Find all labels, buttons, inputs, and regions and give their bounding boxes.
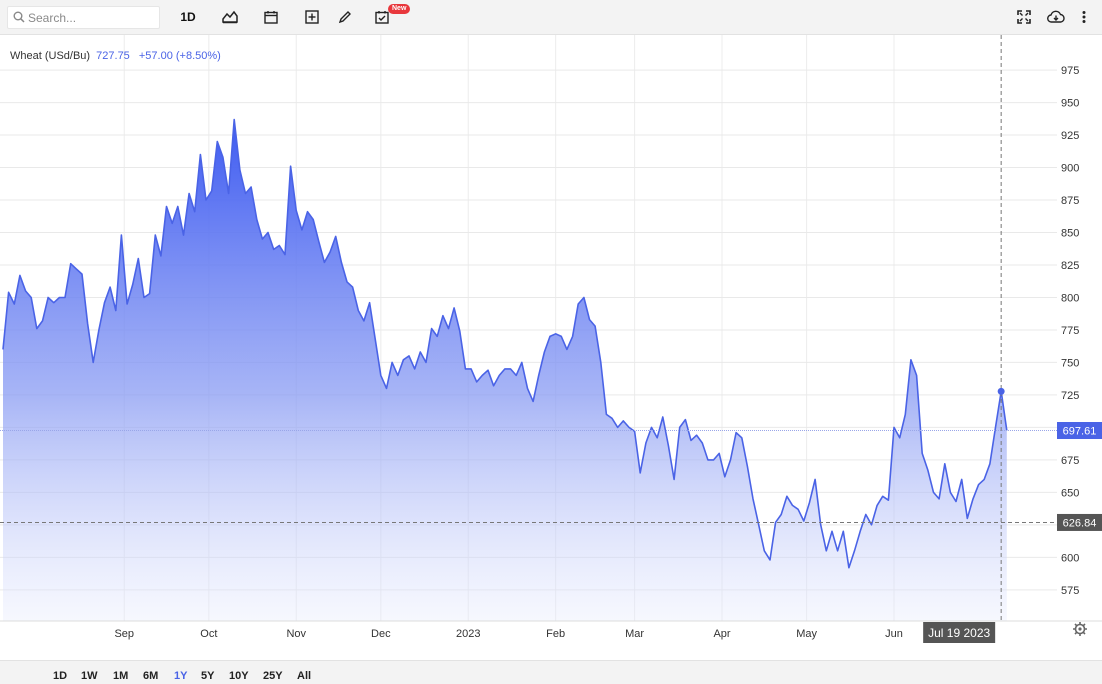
draw-icon xyxy=(338,11,351,24)
crosshair-date-box: Jul 19 2023 xyxy=(923,622,996,643)
x-tick-label: Nov xyxy=(286,628,306,640)
range-button-1y[interactable]: 1Y xyxy=(174,670,187,682)
x-axis: Sep Oct Nov Dec 2023 Feb Mar Apr May Jun xyxy=(114,628,902,640)
search-icon xyxy=(13,11,25,23)
range-button-5y[interactable]: 5Y xyxy=(201,670,214,682)
x-tick-label: Dec xyxy=(371,628,391,640)
y-tick-label: 775 xyxy=(1061,325,1079,337)
chart-type-button[interactable] xyxy=(220,8,240,26)
last-price-box: 697.61 xyxy=(1057,422,1102,440)
calendar-icon xyxy=(264,11,278,24)
crosshair-date-label: Jul 19 2023 xyxy=(928,626,990,640)
legend-series-name: Wheat (USd/Bu) xyxy=(10,50,91,62)
range-button-1d[interactable]: 1D xyxy=(53,670,67,682)
y-tick-label: 600 xyxy=(1061,552,1079,564)
y-tick-label: 800 xyxy=(1061,292,1079,304)
settings-button[interactable] xyxy=(1073,622,1087,636)
legend-change: +57.00 (+8.50%) xyxy=(138,50,221,62)
range-button-1w[interactable]: 1W xyxy=(81,670,98,682)
y-tick-label: 850 xyxy=(1061,227,1079,239)
price-chart[interactable]: 575 600 650 675 725 750 775 800 825 850 875 900 925 9… xyxy=(0,35,1102,660)
chart-type-icon xyxy=(222,10,238,24)
calendar-button[interactable] xyxy=(262,8,280,26)
search-box[interactable] xyxy=(7,6,160,29)
range-button-all[interactable]: All xyxy=(297,670,311,682)
download-button[interactable] xyxy=(1046,8,1066,26)
fullscreen-button[interactable] xyxy=(1015,8,1033,26)
y-tick-label: 975 xyxy=(1061,65,1079,77)
x-tick-label: Sep xyxy=(114,628,134,640)
crosshair-value-label: 626.84 xyxy=(1063,517,1097,529)
chart-toolbar: 1D New xyxy=(0,0,1102,35)
fullscreen-icon xyxy=(1017,10,1031,24)
range-button-10y[interactable]: 10Y xyxy=(229,670,249,682)
range-button-1m[interactable]: 1M xyxy=(113,670,128,682)
x-tick-label: Feb xyxy=(546,628,565,640)
y-tick-label: 725 xyxy=(1061,390,1079,402)
new-badge: New xyxy=(388,4,411,14)
x-tick-label: 2023 xyxy=(456,628,480,640)
more-icon xyxy=(1082,11,1086,23)
y-tick-label: 900 xyxy=(1061,163,1079,175)
y-tick-label: 925 xyxy=(1061,130,1079,142)
x-tick-label: May xyxy=(796,628,817,640)
draw-button[interactable] xyxy=(336,8,354,26)
crosshair-point xyxy=(997,387,1005,395)
add-indicator-button[interactable] xyxy=(303,8,321,26)
range-button-6m[interactable]: 6M xyxy=(143,670,158,682)
y-tick-label: 875 xyxy=(1061,195,1079,207)
y-tick-label: 675 xyxy=(1061,455,1079,467)
x-tick-label: Oct xyxy=(200,628,217,640)
y-tick-label: 750 xyxy=(1061,357,1079,369)
y-tick-label: 575 xyxy=(1061,585,1079,597)
more-button[interactable] xyxy=(1077,8,1091,26)
x-tick-label: Apr xyxy=(713,628,730,640)
range-selector: 1D 1W 1M 6M 1Y 5Y 10Y 25Y All xyxy=(0,660,1102,684)
legend-value: 727.75 xyxy=(96,50,130,62)
y-tick-label: 650 xyxy=(1061,487,1079,499)
add-indicator-icon xyxy=(305,10,319,24)
last-price-label: 697.61 xyxy=(1063,426,1097,438)
download-icon xyxy=(1047,10,1065,23)
interval-button[interactable]: 1D xyxy=(176,8,200,26)
settings-gear-icon xyxy=(1073,622,1087,636)
events-icon xyxy=(375,11,389,24)
y-tick-label: 950 xyxy=(1061,98,1079,110)
crosshair-value-box: 626.84 xyxy=(1057,513,1102,531)
search-input[interactable] xyxy=(28,9,156,26)
range-button-25y[interactable]: 25Y xyxy=(263,670,283,682)
x-tick-label: Mar xyxy=(625,628,644,640)
x-tick-label: Jun xyxy=(885,628,903,640)
y-tick-label: 825 xyxy=(1061,260,1079,272)
chart-legend: Wheat (USd/Bu) 727.75 +57.00 (+8.50%) xyxy=(10,50,221,62)
